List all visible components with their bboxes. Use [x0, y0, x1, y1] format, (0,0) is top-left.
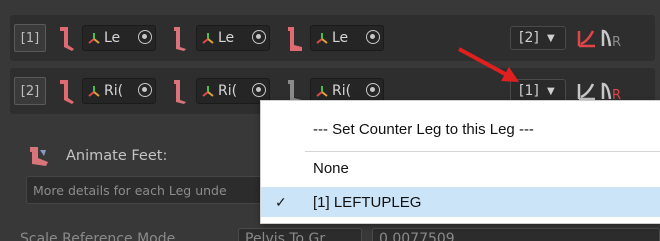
menu-header-text: --- Set Counter Leg to this Leg ---: [313, 120, 534, 138]
svg-text:R: R: [612, 35, 621, 49]
bone-field-label: Ri(: [332, 83, 352, 99]
chevron-down-icon: ▼: [547, 85, 555, 97]
scale-reference-row: Scale Reference Mode Pelvis To Gr 0.0077…: [20, 226, 660, 241]
bone-field-label: Ri(: [218, 83, 238, 99]
bone-field-label: Ri(: [104, 83, 124, 99]
object-picker-icon[interactable]: [138, 83, 152, 97]
bone-field-label: Le: [104, 30, 121, 46]
object-picker-icon[interactable]: [138, 30, 152, 44]
leg-bone-icon: [60, 80, 74, 104]
object-picker-icon[interactable]: [366, 30, 380, 44]
leg-index-label: [1]: [14, 24, 46, 52]
bone-field[interactable]: Ri(: [196, 78, 270, 104]
curve-icon[interactable]: R: [600, 80, 626, 102]
foot-icon: [30, 147, 48, 166]
menu-divider: [305, 151, 660, 152]
annotation-arrow-icon: [458, 47, 519, 82]
bone-field-label: Le: [332, 30, 349, 46]
leg-row-1: [1] Le Le Le [2] ▼ R: [10, 15, 655, 61]
curve-icon[interactable]: [576, 80, 598, 102]
leg-bone-icon: [288, 27, 302, 51]
leg-index-label: [2]: [14, 77, 46, 105]
scale-reference-label: Scale Reference Mode: [20, 231, 176, 241]
chevron-down-icon: ▼: [547, 32, 555, 44]
bone-field[interactable]: Le: [196, 25, 270, 51]
menu-item-label: None: [313, 159, 349, 177]
counter-leg-menu: --- Set Counter Leg to this Leg --- None…: [260, 100, 660, 224]
bone-field[interactable]: Ri(: [82, 78, 156, 104]
bone-handle-icon: [202, 86, 214, 97]
bone-handle-icon: [202, 33, 214, 44]
bone-field[interactable]: Le: [310, 25, 384, 51]
curve-icon[interactable]: [576, 27, 598, 49]
object-picker-icon[interactable]: [366, 83, 380, 97]
curve-icon[interactable]: R: [600, 27, 626, 49]
object-picker-icon[interactable]: [252, 83, 266, 97]
bone-field[interactable]: Le: [82, 25, 156, 51]
animate-feet-row: Animate Feet:: [26, 144, 167, 168]
menu-item-leftupleg[interactable]: ✓ [1] LEFTUPLEG: [261, 187, 660, 217]
leg-segment-lower: Le: [168, 23, 270, 53]
details-helpbox: More details for each Leg unde: [26, 176, 286, 204]
leg-bone-icon: [60, 27, 74, 51]
leg-segment-upper: Le: [54, 23, 156, 53]
counter-leg-value: [1]: [519, 83, 539, 99]
bone-field-label: Le: [218, 30, 235, 46]
leg-segment-lower: Ri(: [168, 76, 270, 106]
menu-item-none[interactable]: None: [261, 153, 660, 183]
scale-reference-dropdown[interactable]: Pelvis To Gr: [238, 228, 362, 241]
leg-segment-foot: Le: [282, 23, 384, 53]
menu-item-label: [1] LEFTUPLEG: [313, 193, 422, 211]
checkmark-icon: ✓: [275, 193, 287, 210]
bone-handle-icon: [316, 33, 328, 44]
menu-header: --- Set Counter Leg to this Leg ---: [261, 114, 660, 144]
animate-feet-label: Animate Feet:: [66, 148, 168, 164]
counter-leg-value: [2]: [519, 30, 539, 46]
leg-bone-icon: [174, 27, 186, 51]
leg-bone-icon: [174, 80, 186, 104]
leg-segment-upper: Ri(: [54, 76, 156, 106]
bone-handle-icon: [88, 33, 100, 44]
bone-handle-icon: [88, 86, 100, 97]
scale-reference-value[interactable]: 0.0077509: [372, 228, 660, 241]
object-picker-icon[interactable]: [252, 30, 266, 44]
bone-handle-icon: [316, 86, 328, 97]
